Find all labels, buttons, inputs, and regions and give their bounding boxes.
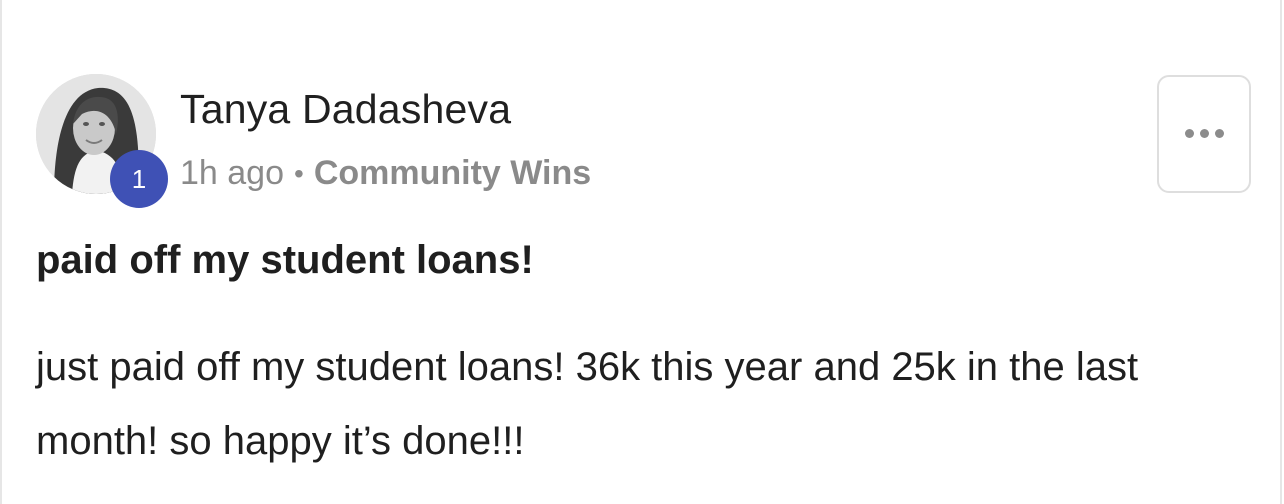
- post-card: 1 Tanya Dadasheva 1h ago • Community Win…: [0, 0, 1282, 504]
- post-category-link[interactable]: Community Wins: [314, 154, 591, 193]
- level-badge: 1: [110, 150, 168, 208]
- more-options-button[interactable]: [1157, 75, 1251, 193]
- meta-separator: •: [294, 157, 304, 189]
- author-avatar-group[interactable]: 1: [36, 74, 168, 208]
- post-meta: 1h ago • Community Wins: [180, 154, 591, 193]
- more-horizontal-icon: [1184, 128, 1224, 138]
- author-name[interactable]: Tanya Dadasheva: [180, 86, 511, 133]
- post-body: just paid off my student loans! 36k this…: [36, 345, 1139, 463]
- level-badge-number: 1: [131, 163, 147, 194]
- post-timestamp: 1h ago: [180, 154, 284, 192]
- post-title: paid off my student loans!: [36, 238, 534, 282]
